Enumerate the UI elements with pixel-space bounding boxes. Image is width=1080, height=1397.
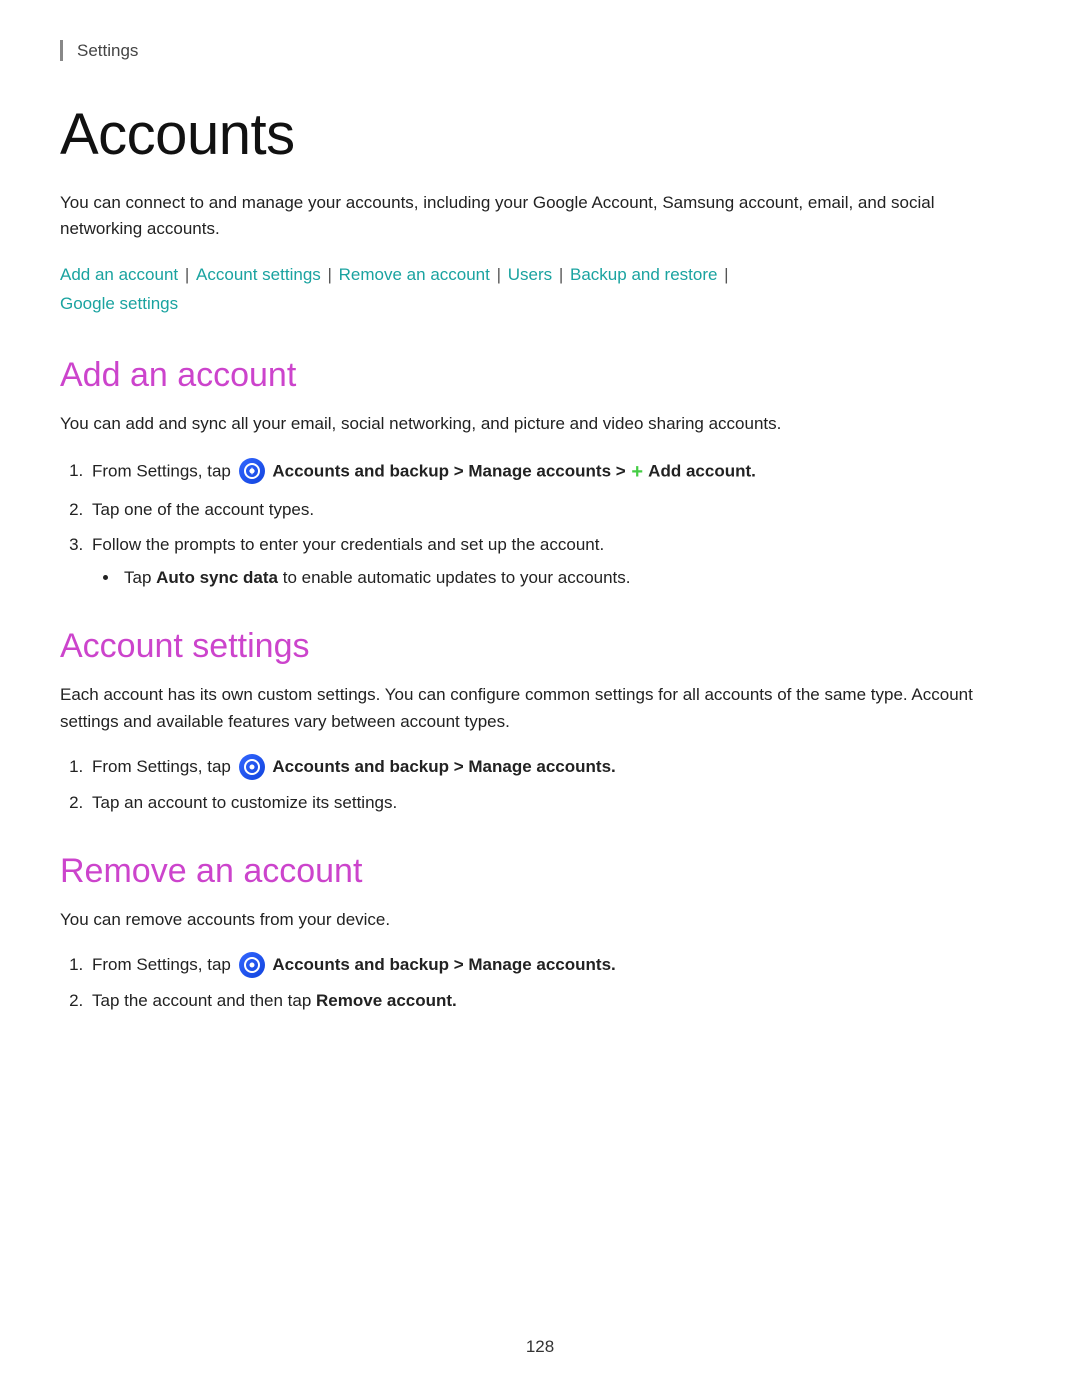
step-1-ra-bold: Accounts and backup > Manage accounts. bbox=[272, 955, 615, 974]
section-intro-account-settings: Each account has its own custom settings… bbox=[60, 682, 1020, 735]
accounts-backup-icon-3 bbox=[239, 952, 265, 978]
step-1-remove-account: From Settings, tap Accounts and backup >… bbox=[88, 951, 1020, 979]
plus-icon: + bbox=[631, 456, 643, 488]
remove-account-bold: Remove account. bbox=[316, 991, 457, 1010]
page-number: 128 bbox=[526, 1337, 554, 1357]
step-2-account-settings: Tap an account to customize its settings… bbox=[88, 789, 1020, 816]
link-account-settings[interactable]: Account settings bbox=[196, 265, 321, 284]
intro-text: You can connect to and manage your accou… bbox=[60, 190, 1020, 243]
page-container: Settings Accounts You can connect to and… bbox=[0, 0, 1080, 1397]
separator-2: | bbox=[323, 265, 337, 284]
step-1-bold-1: Accounts and backup > Manage accounts > bbox=[272, 461, 630, 480]
step-2-remove-account: Tap the account and then tap Remove acco… bbox=[88, 987, 1020, 1014]
link-add-account[interactable]: Add an account bbox=[60, 265, 178, 284]
sub-steps-add-account: Tap Auto sync data to enable automatic u… bbox=[120, 564, 1020, 591]
step-1-as-bold: Accounts and backup > Manage accounts. bbox=[272, 757, 615, 776]
step-1-text-before: From Settings, tap bbox=[92, 461, 236, 480]
auto-sync-bold: Auto sync data bbox=[156, 568, 278, 587]
step-1-bold-2: Add account. bbox=[644, 461, 756, 480]
step-1-as-before: From Settings, tap bbox=[92, 757, 236, 776]
separator-5: | bbox=[719, 265, 728, 284]
section-remove-account: Remove an account You can remove account… bbox=[60, 852, 1020, 1014]
link-backup-restore[interactable]: Backup and restore bbox=[570, 265, 717, 284]
sub-step-1: Tap Auto sync data to enable automatic u… bbox=[120, 564, 1020, 591]
section-account-settings: Account settings Each account has its ow… bbox=[60, 627, 1020, 815]
separator-4: | bbox=[554, 265, 568, 284]
separator-1: | bbox=[180, 265, 194, 284]
step-3-add-account: Follow the prompts to enter your credent… bbox=[88, 531, 1020, 591]
section-title-remove-account: Remove an account bbox=[60, 852, 1020, 891]
step-1-add-account: From Settings, tap Accounts and backup >… bbox=[88, 456, 1020, 488]
steps-add-account: From Settings, tap Accounts and backup >… bbox=[88, 456, 1020, 592]
quick-links: Add an account | Account settings | Remo… bbox=[60, 261, 1020, 319]
step-2-add-account: Tap one of the account types. bbox=[88, 496, 1020, 523]
step-1-ra-before: From Settings, tap bbox=[92, 955, 236, 974]
separator-3: | bbox=[492, 265, 506, 284]
accounts-backup-icon-1 bbox=[239, 458, 265, 484]
steps-account-settings: From Settings, tap Accounts and backup >… bbox=[88, 753, 1020, 816]
step-1-account-settings: From Settings, tap Accounts and backup >… bbox=[88, 753, 1020, 781]
settings-label: Settings bbox=[77, 41, 138, 60]
accounts-backup-icon-2 bbox=[239, 754, 265, 780]
link-google-settings[interactable]: Google settings bbox=[60, 294, 178, 313]
page-title: Accounts bbox=[60, 101, 1020, 168]
section-title-account-settings: Account settings bbox=[60, 627, 1020, 666]
section-intro-remove-account: You can remove accounts from your device… bbox=[60, 907, 1020, 933]
settings-label-bar: Settings bbox=[60, 40, 1020, 61]
link-users[interactable]: Users bbox=[508, 265, 552, 284]
section-intro-add-account: You can add and sync all your email, soc… bbox=[60, 411, 1020, 437]
section-title-add-account: Add an account bbox=[60, 356, 1020, 395]
section-add-account: Add an account You can add and sync all … bbox=[60, 356, 1020, 591]
link-remove-account[interactable]: Remove an account bbox=[339, 265, 490, 284]
steps-remove-account: From Settings, tap Accounts and backup >… bbox=[88, 951, 1020, 1014]
